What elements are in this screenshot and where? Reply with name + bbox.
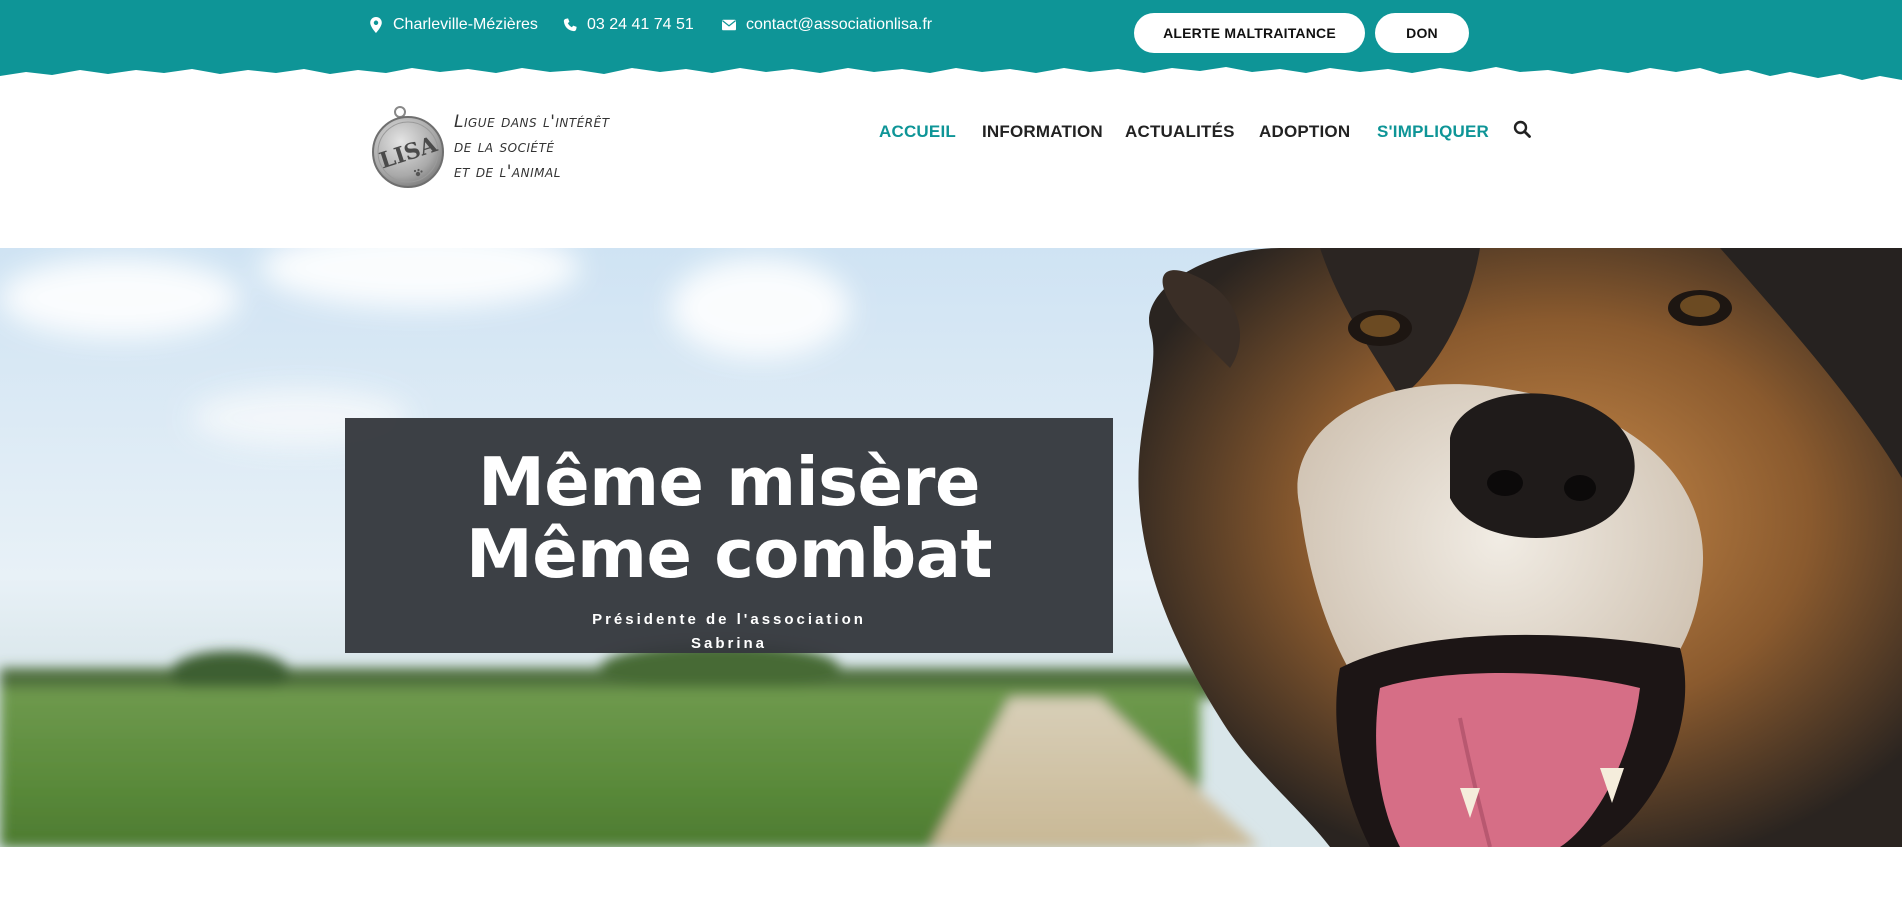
search-icon[interactable] — [1513, 120, 1531, 138]
location-text: Charleville-Mézières — [393, 16, 538, 33]
torn-paper-band — [0, 0, 1902, 80]
alert-abuse-button[interactable]: ALERTE MALTRAITANCE — [1134, 13, 1365, 53]
logo-text: Ligue dans l'intérêt de la société et de… — [454, 110, 610, 185]
nav-item-actualites[interactable]: ACTUALITÉS — [1125, 122, 1235, 142]
nav-item-s-impliquer[interactable]: S'IMPLIQUER — [1377, 122, 1489, 142]
logo-line-2: de la société — [454, 137, 555, 157]
logo-line-3: et de l'animal — [454, 162, 561, 182]
nav-item-adoption[interactable]: ADOPTION — [1259, 122, 1350, 142]
email-info[interactable]: contact@associationlisa.fr — [722, 16, 932, 34]
hero-title-line-2: Même combat — [466, 515, 992, 593]
nav-item-information[interactable]: INFORMATION — [982, 122, 1103, 142]
hero-title-line-1: Même misère — [478, 443, 980, 521]
nav-item-accueil[interactable]: ACCUEIL — [879, 122, 956, 142]
hero-title: Même misère Même combat — [345, 446, 1113, 590]
envelope-icon — [722, 19, 736, 31]
hero-subtitle: Présidente de l'association Sabrina — [345, 608, 1113, 656]
hero-banner: Même misère Même combat Présidente de l'… — [0, 248, 1902, 847]
hero-subtitle-line-1: Présidente de l'association — [592, 611, 866, 628]
site-logo[interactable]: LISA Ligue dans l'intérêt de la société … — [372, 104, 632, 190]
map-pin-icon — [370, 17, 382, 33]
email-text[interactable]: contact@associationlisa.fr — [746, 16, 932, 34]
phone-icon — [563, 18, 577, 32]
phone-text[interactable]: 03 24 41 74 51 — [587, 16, 694, 34]
phone-info[interactable]: 03 24 41 74 51 — [563, 16, 694, 34]
logo-badge: LISA — [372, 106, 444, 188]
location-info: Charleville-Mézières — [369, 16, 538, 34]
hero-subtitle-line-2: Sabrina — [690, 635, 768, 652]
logo-line-1: Ligue dans l'intérêt — [454, 112, 610, 132]
hero-caption: Même misère Même combat Présidente de l'… — [345, 418, 1113, 653]
donate-button[interactable]: DON — [1375, 13, 1469, 53]
top-bar: Charleville-Mézières 03 24 41 74 51 cont… — [0, 0, 1902, 84]
